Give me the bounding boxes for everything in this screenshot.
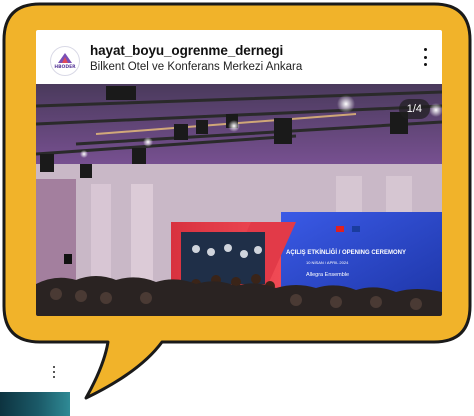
instagram-post-card: HBODER hayat_boyu_ogrenme_dernegi Bilken… bbox=[36, 30, 442, 316]
more-options-icon-small[interactable] bbox=[52, 366, 56, 378]
stage-screen-title: AÇILIŞ ETKİNLİĞİ / OPENING CEREMONY bbox=[286, 248, 406, 256]
post-username[interactable]: hayat_boyu_ogrenme_dernegi bbox=[90, 43, 283, 58]
stage-screen-date: 10 NİSAN / APRIL 2024 bbox=[306, 260, 349, 265]
post-header: HBODER hayat_boyu_ogrenme_dernegi Bilken… bbox=[36, 30, 442, 84]
ceremony-photo: AÇILIŞ ETKİNLİĞİ / OPENING CEREMONY 10 N… bbox=[36, 84, 442, 316]
organization-logo-icon bbox=[58, 53, 72, 63]
avatar-label: HBODER bbox=[54, 65, 76, 70]
stage-screen-subtitle: Allegra Ensemble bbox=[306, 272, 349, 278]
more-options-icon[interactable] bbox=[418, 48, 432, 66]
post-location[interactable]: Bilkent Otel ve Konferans Merkezi Ankara bbox=[90, 61, 302, 73]
thumbnail-strip[interactable] bbox=[0, 392, 70, 416]
image-counter-badge: 1/4 bbox=[398, 99, 430, 119]
profile-avatar[interactable]: HBODER bbox=[50, 46, 80, 76]
post-photo[interactable]: AÇILIŞ ETKİNLİĞİ / OPENING CEREMONY 10 N… bbox=[36, 84, 442, 316]
